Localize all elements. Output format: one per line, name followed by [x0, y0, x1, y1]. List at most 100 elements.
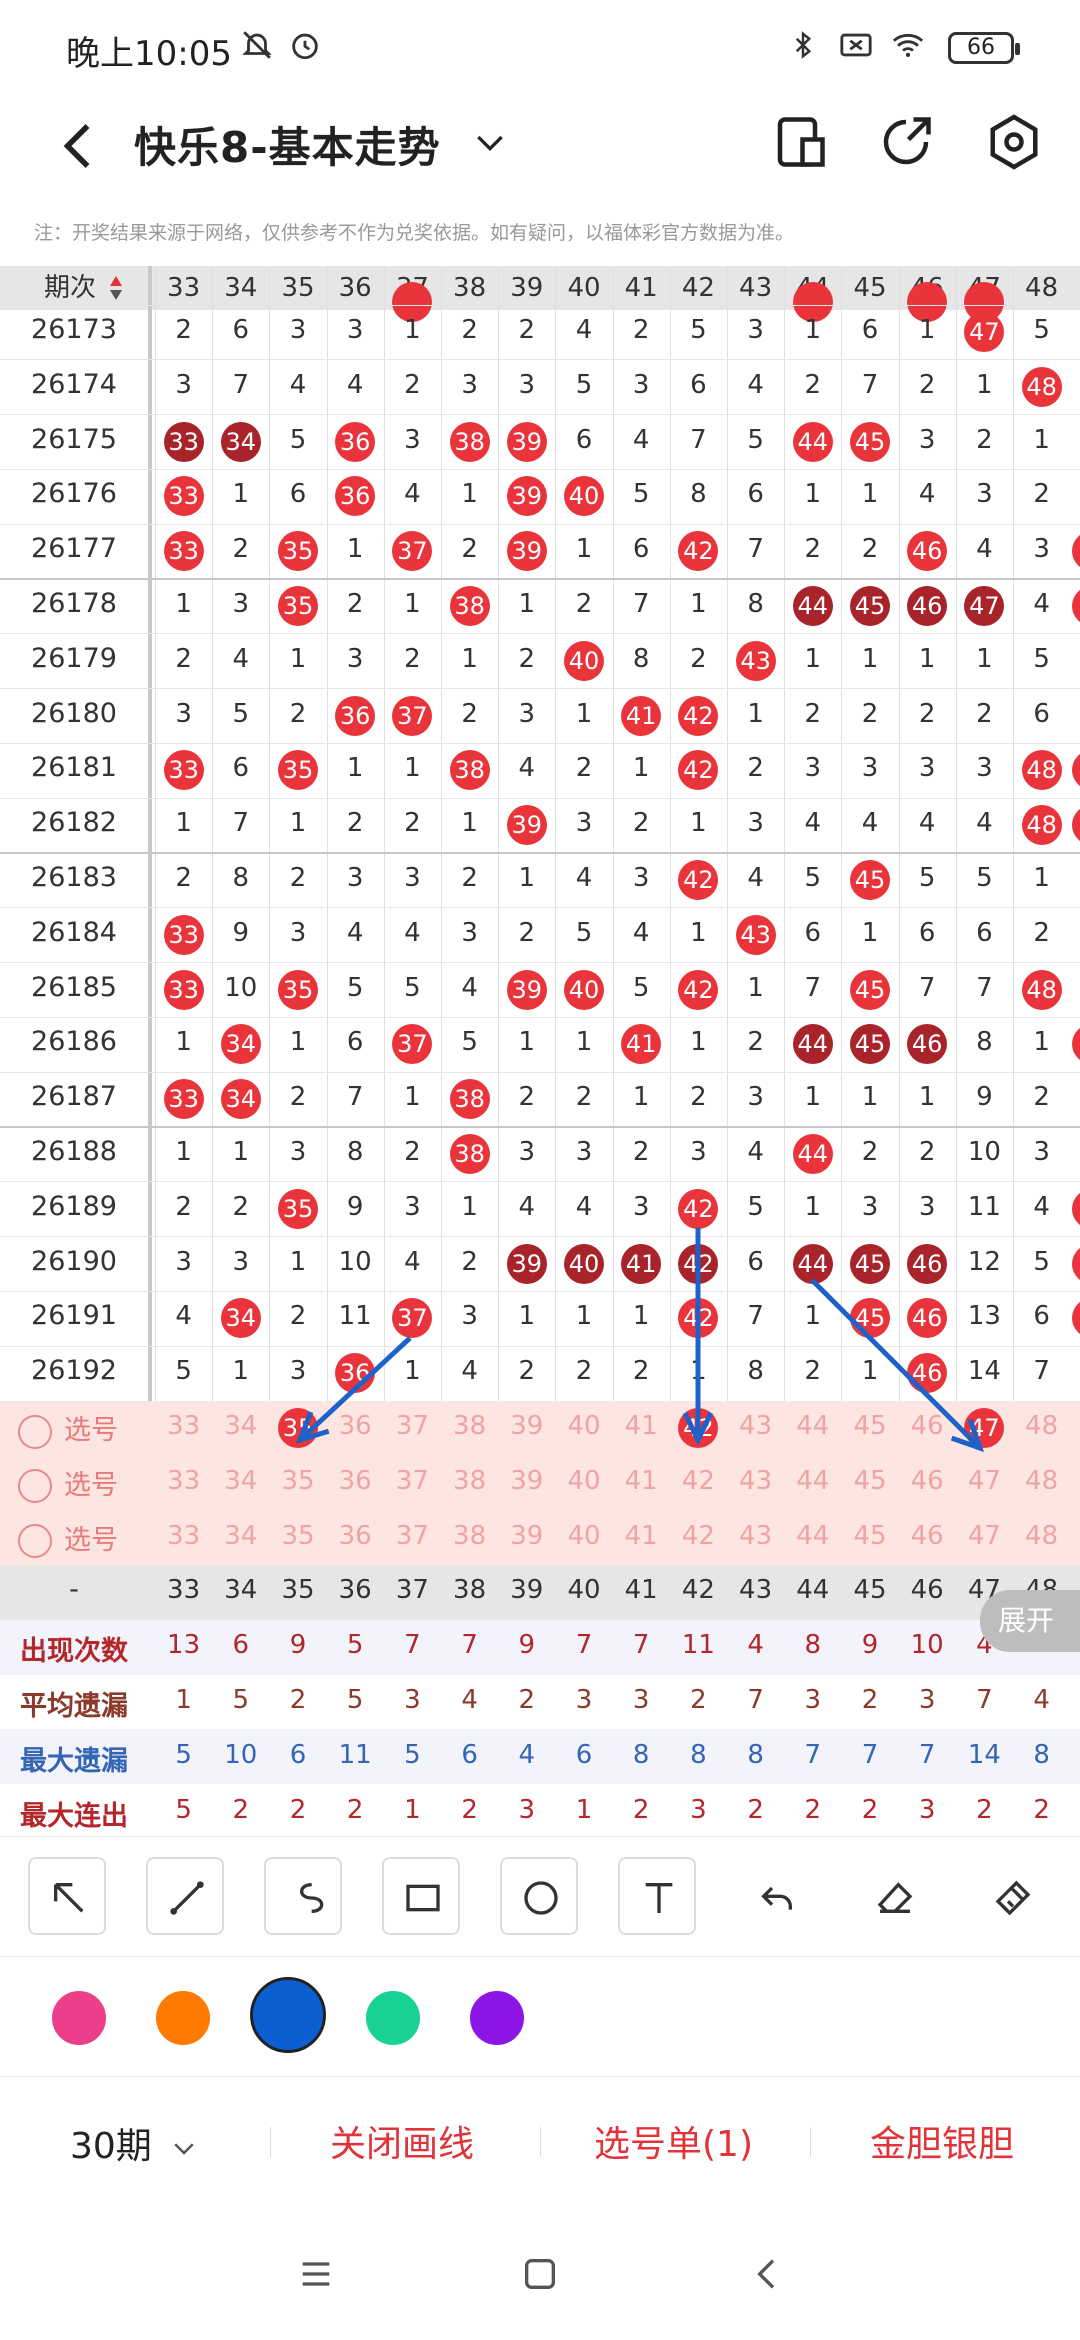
- selectable-number[interactable]: 46: [899, 1466, 956, 1496]
- number-ball[interactable]: 38: [449, 1134, 490, 1174]
- number-ball[interactable]: 37: [392, 531, 433, 572]
- selectable-number[interactable]: 40: [555, 1411, 612, 1441]
- chevron-down-icon[interactable]: [470, 122, 510, 162]
- number-ball[interactable]: 44: [792, 421, 833, 462]
- selectable-number[interactable]: 46: [899, 1411, 956, 1441]
- number-ball[interactable]: 36: [335, 421, 376, 462]
- radio-circle-icon[interactable]: [18, 1414, 52, 1449]
- close-line-button[interactable]: 关闭画线: [330, 2115, 474, 2167]
- number-ball[interactable]: 33: [163, 531, 204, 572]
- color-swatch[interactable]: [156, 1991, 210, 2045]
- number-ball[interactable]: 36: [335, 695, 376, 736]
- selectable-number[interactable]: 36: [327, 1411, 384, 1441]
- number-ball[interactable]: 37: [392, 1298, 433, 1339]
- number-ball[interactable]: 48: [1021, 805, 1062, 846]
- curve-tool[interactable]: [264, 1857, 342, 1935]
- number-ball[interactable]: 39: [506, 969, 547, 1010]
- layout-switch-icon[interactable]: [770, 112, 830, 172]
- selectable-number[interactable]: 37: [384, 1521, 441, 1551]
- number-ball[interactable]: 45: [850, 1024, 890, 1065]
- gold-silver-button[interactable]: 金胆银胆: [870, 2115, 1014, 2167]
- number-ball[interactable]: 42: [678, 860, 719, 900]
- selectable-number[interactable]: 43: [727, 1411, 784, 1441]
- clear-tool[interactable]: [972, 1857, 1050, 1935]
- number-ball[interactable]: 42: [678, 1298, 719, 1339]
- number-ball[interactable]: 47: [964, 586, 1005, 626]
- color-swatch[interactable]: [470, 1991, 524, 2045]
- select-row-label[interactable]: 选号: [18, 1463, 118, 1504]
- number-ball[interactable]: 39: [506, 421, 547, 462]
- number-ball[interactable]: 48: [1021, 750, 1062, 791]
- back-icon[interactable]: [748, 2254, 788, 2294]
- number-ball[interactable]: 41: [621, 695, 662, 736]
- selectable-number[interactable]: 43: [727, 1466, 784, 1496]
- selected-number-ball[interactable]: 35: [278, 1408, 318, 1448]
- selectable-number[interactable]: 44: [784, 1466, 841, 1496]
- number-ball[interactable]: 35: [278, 586, 318, 626]
- number-ball[interactable]: 33: [163, 914, 204, 955]
- number-ball[interactable]: 35: [278, 750, 318, 791]
- selectable-number[interactable]: 37: [384, 1411, 441, 1441]
- number-ball[interactable]: 48: [1021, 969, 1062, 1010]
- circle-tool[interactable]: [500, 1857, 578, 1935]
- settings-icon[interactable]: [984, 112, 1044, 172]
- select-row-label[interactable]: 选号: [18, 1408, 118, 1449]
- number-ball[interactable]: 38: [449, 421, 490, 462]
- number-ball[interactable]: 34: [220, 1298, 261, 1339]
- number-ball[interactable]: 37: [392, 1024, 433, 1065]
- selectable-number[interactable]: 42: [670, 1466, 727, 1496]
- selectable-number[interactable]: 47: [956, 1466, 1013, 1496]
- number-ball[interactable]: 39: [506, 476, 547, 517]
- selectable-number[interactable]: 41: [613, 1411, 670, 1441]
- number-ball[interactable]: 34: [220, 1079, 261, 1120]
- number-ball[interactable]: 39: [506, 531, 547, 572]
- number-ball[interactable]: 42: [678, 1243, 719, 1284]
- arrow-tool[interactable]: [28, 1857, 106, 1935]
- selectable-number[interactable]: 47: [956, 1521, 1013, 1551]
- home-square-icon[interactable]: [520, 2254, 560, 2294]
- number-ball[interactable]: 46: [907, 1298, 948, 1339]
- share-icon[interactable]: [876, 112, 936, 172]
- number-ball[interactable]: 33: [163, 1079, 204, 1120]
- selectable-number[interactable]: 48: [1013, 1521, 1070, 1551]
- number-ball[interactable]: 39: [506, 805, 547, 846]
- number-ball[interactable]: 38: [449, 750, 490, 791]
- number-ball[interactable]: 45: [850, 969, 890, 1010]
- selectable-number[interactable]: 46: [899, 1521, 956, 1551]
- selectable-number[interactable]: 34: [212, 1521, 269, 1551]
- line-tool[interactable]: [146, 1857, 224, 1935]
- number-ball[interactable]: 44: [792, 1243, 833, 1284]
- period-selector[interactable]: 30期: [70, 2117, 199, 2169]
- selectable-number[interactable]: 38: [441, 1411, 498, 1441]
- number-ball[interactable]: 48: [1021, 366, 1062, 407]
- selectable-number[interactable]: 44: [784, 1411, 841, 1441]
- number-ball[interactable]: 33: [163, 969, 204, 1010]
- selectable-number[interactable]: 39: [498, 1466, 555, 1496]
- eraser-tool[interactable]: [854, 1857, 932, 1935]
- text-tool[interactable]: [618, 1857, 696, 1935]
- number-ball[interactable]: 47: [964, 312, 1005, 352]
- number-ball[interactable]: 45: [850, 1298, 890, 1339]
- number-ball[interactable]: 42: [678, 531, 719, 572]
- selectable-number[interactable]: 34: [212, 1411, 269, 1441]
- selectable-number[interactable]: 40: [555, 1521, 612, 1551]
- radio-circle-icon[interactable]: [18, 1469, 52, 1504]
- radio-circle-icon[interactable]: [18, 1524, 52, 1559]
- selectable-number[interactable]: 39: [498, 1411, 555, 1441]
- selectable-number[interactable]: 33: [155, 1466, 212, 1496]
- selectable-number[interactable]: 48: [1013, 1466, 1070, 1496]
- selectable-number[interactable]: 36: [327, 1521, 384, 1551]
- number-ball[interactable]: 44: [792, 1134, 833, 1174]
- selectable-number[interactable]: 37: [384, 1466, 441, 1496]
- number-ball[interactable]: 42: [678, 969, 719, 1010]
- number-ball[interactable]: 39: [506, 1243, 547, 1284]
- number-ball[interactable]: 41: [621, 1024, 662, 1065]
- selectable-number[interactable]: 35: [269, 1521, 326, 1551]
- number-ball[interactable]: 46: [907, 1353, 948, 1394]
- number-ball[interactable]: 33: [163, 750, 204, 791]
- number-ball[interactable]: 45: [850, 1243, 890, 1284]
- number-ball[interactable]: 34: [220, 421, 261, 462]
- number-ball[interactable]: 40: [564, 476, 604, 517]
- selectable-number[interactable]: 45: [841, 1411, 898, 1441]
- number-ball[interactable]: 33: [163, 421, 204, 462]
